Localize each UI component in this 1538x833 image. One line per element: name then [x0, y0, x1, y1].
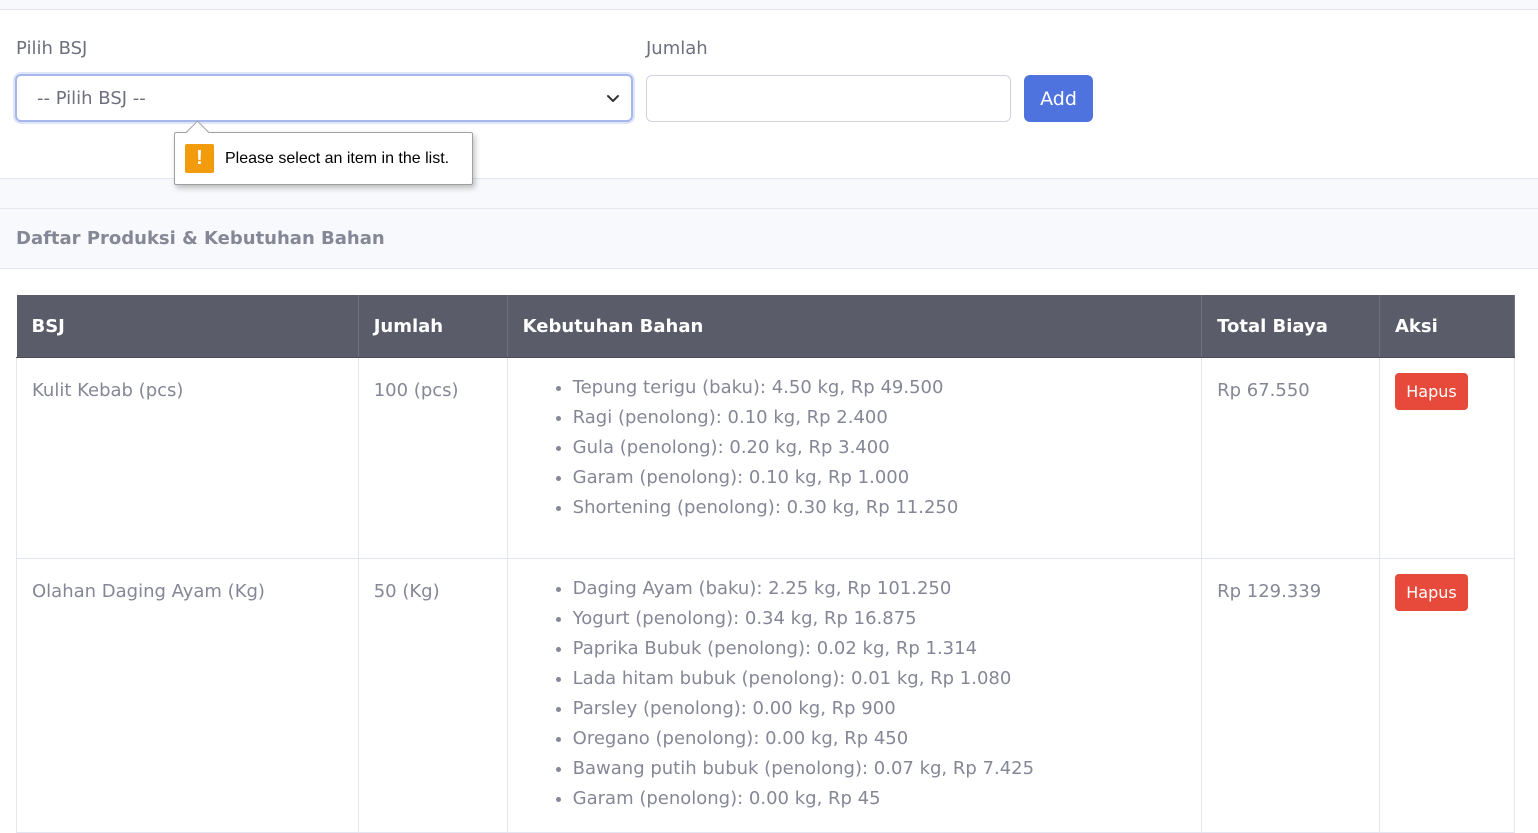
tooltip-text: Please select an item in the list.	[225, 149, 450, 167]
bsj-select[interactable]: -- Pilih BSJ --	[15, 74, 633, 122]
cell-kebutuhan-bahan: Daging Ayam (baku): 2.25 kg, Rp 101.250 …	[506, 558, 1203, 833]
chevron-down-icon	[607, 95, 619, 102]
hapus-button[interactable]: Hapus	[1395, 574, 1468, 611]
list-item: Daging Ayam (baku): 2.25 kg, Rp 101.250	[573, 574, 1186, 604]
list-item: Oregano (penolong): 0.00 kg, Rp 450	[573, 724, 1186, 754]
list-item: Shortening (penolong): 0.30 kg, Rp 11.25…	[573, 493, 1186, 523]
cell-kebutuhan-bahan: Tepung terigu (baku): 4.50 kg, Rp 49.500…	[506, 357, 1203, 559]
list-item: Tepung terigu (baku): 4.50 kg, Rp 49.500	[573, 373, 1186, 403]
header-kebutuhan-bahan: Kebutuhan Bahan	[507, 295, 1203, 358]
bahan-list: Tepung terigu (baku): 4.50 kg, Rp 49.500…	[548, 373, 1186, 523]
list-item: Gula (penolong): 0.20 kg, Rp 3.400	[573, 433, 1186, 463]
table-row: Kulit Kebab (pcs) 100 (pcs) Tepung terig…	[16, 357, 1515, 559]
jumlah-label: Jumlah	[646, 38, 708, 59]
hapus-button[interactable]: Hapus	[1395, 373, 1468, 410]
list-item: Bawang putih bubuk (penolong): 0.07 kg, …	[573, 754, 1186, 784]
card-header: Daftar Produksi & Kebutuhan Bahan	[0, 208, 1538, 269]
table-row: Olahan Daging Ayam (Kg) 50 (Kg) Daging A…	[16, 558, 1515, 833]
bsj-select-value: -- Pilih BSJ --	[37, 87, 146, 109]
list-item: Lada hitam bubuk (penolong): 0.01 kg, Rp…	[573, 664, 1186, 694]
list-item: Garam (penolong): 0.10 kg, Rp 1.000	[573, 463, 1186, 493]
production-table: BSJ Jumlah Kebutuhan Bahan Total Biaya A…	[16, 295, 1515, 833]
cell-bsj: Kulit Kebab (pcs)	[16, 357, 359, 559]
list-item: Yogurt (penolong): 0.34 kg, Rp 16.875	[573, 604, 1186, 634]
table-header-row: BSJ Jumlah Kebutuhan Bahan Total Biaya A…	[16, 295, 1515, 358]
header-aksi: Aksi	[1379, 295, 1515, 358]
list-item: Parsley (penolong): 0.00 kg, Rp 900	[573, 694, 1186, 724]
add-button[interactable]: Add	[1024, 75, 1093, 122]
cell-aksi: Hapus	[1379, 357, 1515, 559]
bsj-label: Pilih BSJ	[16, 38, 88, 59]
list-item: Garam (penolong): 0.00 kg, Rp 45	[573, 784, 1186, 814]
list-item: Paprika Bubuk (penolong): 0.02 kg, Rp 1.…	[573, 634, 1186, 664]
list-item: Ragi (penolong): 0.10 kg, Rp 2.400	[573, 403, 1186, 433]
jumlah-input[interactable]	[646, 75, 1011, 122]
top-strip	[0, 0, 1538, 10]
cell-bsj: Olahan Daging Ayam (Kg)	[16, 558, 359, 833]
cell-jumlah: 100 (pcs)	[357, 357, 508, 559]
header-jumlah: Jumlah	[358, 295, 508, 358]
cell-aksi: Hapus	[1379, 558, 1515, 833]
cell-jumlah: 50 (Kg)	[357, 558, 508, 833]
header-total-biaya: Total Biaya	[1201, 295, 1380, 358]
card-title: Daftar Produksi & Kebutuhan Bahan	[16, 228, 385, 249]
warning-icon: !	[185, 144, 214, 173]
validation-tooltip: ! Please select an item in the list.	[174, 120, 473, 185]
header-bsj: BSJ	[16, 295, 359, 358]
cell-total-biaya: Rp 129.339	[1201, 558, 1380, 833]
cell-total-biaya: Rp 67.550	[1201, 357, 1380, 559]
bahan-list: Daging Ayam (baku): 2.25 kg, Rp 101.250 …	[548, 574, 1186, 814]
